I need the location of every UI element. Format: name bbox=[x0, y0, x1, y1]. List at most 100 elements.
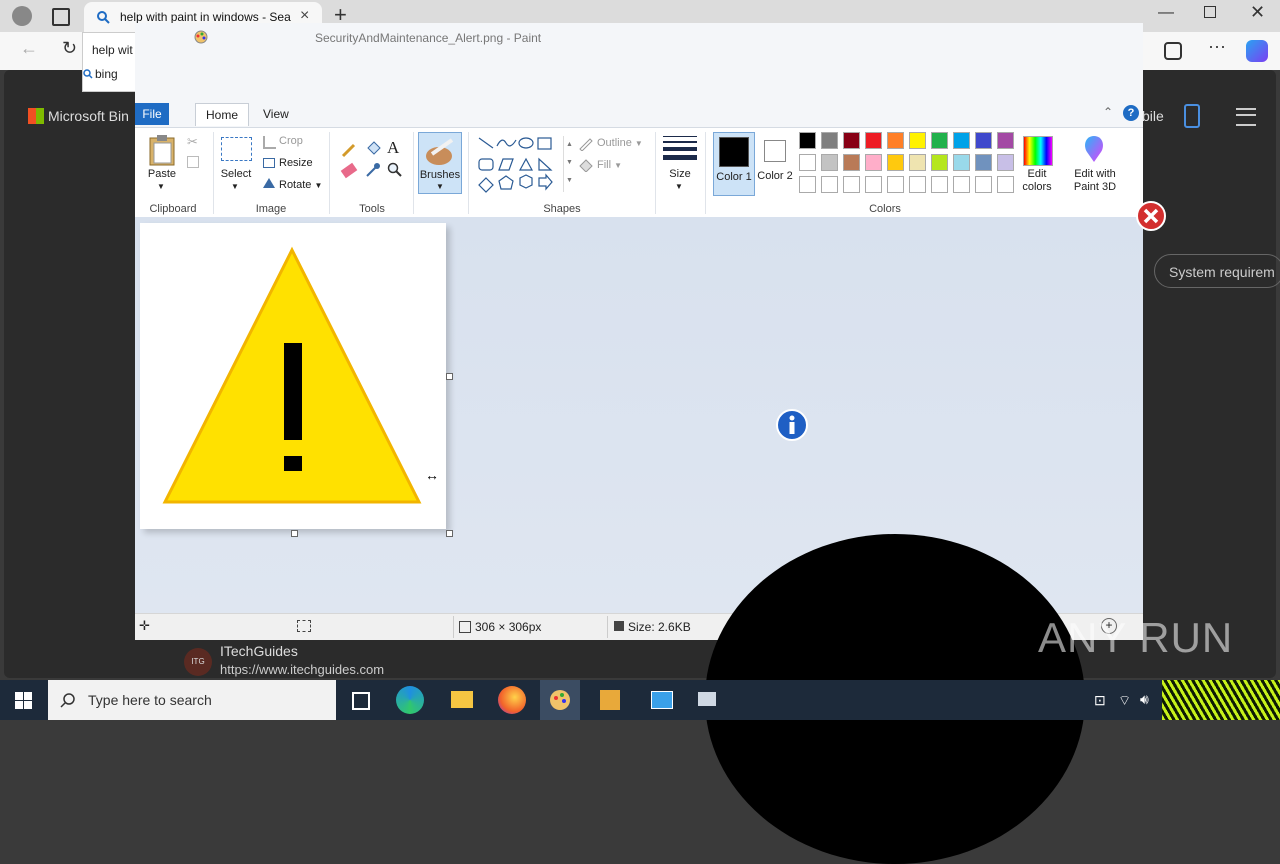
edit-paint3d-label[interactable]: Edit with Paint 3D bbox=[1065, 168, 1125, 194]
paint3d-icon[interactable] bbox=[1081, 134, 1107, 164]
palette-swatch[interactable] bbox=[821, 154, 838, 171]
fill-label[interactable]: Fill ▼ bbox=[597, 159, 622, 171]
tab-view[interactable]: View bbox=[253, 103, 299, 125]
paste-label[interactable]: Paste bbox=[145, 168, 179, 180]
palette-swatch[interactable] bbox=[887, 132, 904, 149]
color1-button[interactable]: Color 1 bbox=[713, 132, 755, 196]
magnifier-icon[interactable] bbox=[387, 162, 403, 178]
select-icon[interactable] bbox=[221, 137, 252, 161]
edit-colors-icon[interactable] bbox=[1023, 136, 1053, 166]
paste-icon[interactable] bbox=[147, 134, 177, 166]
palette-swatch[interactable] bbox=[975, 132, 992, 149]
resize-handle-bottom[interactable] bbox=[291, 530, 298, 537]
minimize-icon[interactable]: — bbox=[1158, 4, 1174, 22]
restore-icon[interactable] bbox=[1204, 6, 1216, 18]
outline-icon[interactable] bbox=[578, 137, 594, 151]
palette-swatch[interactable] bbox=[953, 176, 970, 193]
tab-file[interactable]: File bbox=[135, 103, 169, 125]
palette-swatch[interactable] bbox=[909, 176, 926, 193]
extensions-icon[interactable] bbox=[1164, 42, 1182, 60]
bing-logo[interactable]: Microsoft Bin bbox=[28, 108, 129, 124]
paint-taskbar-icon[interactable] bbox=[540, 680, 580, 720]
display-app-icon[interactable] bbox=[692, 686, 720, 714]
folder-app-icon[interactable] bbox=[596, 686, 624, 714]
resize-label[interactable]: Resize bbox=[279, 157, 313, 169]
start-button[interactable] bbox=[0, 680, 48, 720]
select-dropdown-icon[interactable]: ▼ bbox=[231, 182, 239, 191]
fill-bucket-icon[interactable] bbox=[365, 140, 381, 158]
resize-icon[interactable] bbox=[263, 158, 275, 168]
system-requirements-pill[interactable]: System requirem bbox=[1154, 254, 1280, 288]
palette-swatch[interactable] bbox=[887, 176, 904, 193]
profile-avatar-icon[interactable] bbox=[12, 6, 32, 26]
hamburger-menu-icon[interactable] bbox=[1236, 108, 1256, 126]
cut-icon[interactable]: ✂ bbox=[187, 134, 198, 150]
paste-dropdown-icon[interactable]: ▼ bbox=[157, 182, 165, 191]
network-icon[interactable]: ⊡ bbox=[1094, 692, 1106, 709]
edit-colors-label[interactable]: Edit colors bbox=[1017, 168, 1057, 194]
palette-swatch[interactable] bbox=[799, 176, 816, 193]
copilot-icon[interactable] bbox=[1246, 40, 1268, 62]
shapes-gallery[interactable] bbox=[475, 134, 565, 196]
crop-icon[interactable] bbox=[263, 136, 276, 149]
palette-swatch[interactable] bbox=[799, 132, 816, 149]
palette-swatch[interactable] bbox=[843, 176, 860, 193]
close-window-icon[interactable]: ✕ bbox=[1250, 2, 1265, 23]
select-label[interactable]: Select bbox=[217, 168, 255, 180]
wifi-icon[interactable]: ⌔ bbox=[1118, 692, 1131, 710]
rotate-label[interactable]: Rotate ▼ bbox=[279, 179, 322, 191]
palette-swatch[interactable] bbox=[931, 132, 948, 149]
palette-swatch[interactable] bbox=[821, 176, 838, 193]
more-menu-icon[interactable]: ··· bbox=[1208, 36, 1226, 57]
palette-swatch[interactable] bbox=[953, 154, 970, 171]
edge-icon[interactable] bbox=[396, 686, 424, 714]
volume-icon[interactable]: 🔊︎ bbox=[1140, 691, 1149, 708]
taskbar-search-box[interactable]: Type here to search bbox=[48, 680, 336, 720]
eraser-icon[interactable] bbox=[340, 162, 358, 179]
palette-swatch[interactable] bbox=[887, 154, 904, 171]
palette-swatch[interactable] bbox=[865, 132, 882, 149]
copy-icon[interactable] bbox=[187, 156, 199, 168]
size-label[interactable]: Size bbox=[660, 168, 700, 180]
palette-swatch[interactable] bbox=[975, 176, 992, 193]
palette-swatch[interactable] bbox=[865, 176, 882, 193]
task-view-icon[interactable] bbox=[346, 686, 374, 714]
help-icon[interactable]: ? bbox=[1123, 105, 1139, 121]
back-icon[interactable]: ← bbox=[20, 38, 38, 59]
fill-icon[interactable] bbox=[578, 158, 594, 172]
canvas-area[interactable]: ↔ bbox=[135, 217, 1143, 613]
brushes-button[interactable]: Brushes ▼ bbox=[418, 132, 462, 194]
result-site-name[interactable]: ITechGuides bbox=[220, 643, 298, 659]
omnibox-input[interactable]: help wit bbox=[92, 43, 133, 57]
text-tool-icon[interactable]: A bbox=[387, 138, 399, 158]
file-explorer-icon[interactable] bbox=[448, 686, 476, 714]
result-url[interactable]: https://www.itechguides.com bbox=[220, 662, 384, 677]
pencil-icon[interactable] bbox=[341, 142, 357, 158]
resize-handle-corner[interactable] bbox=[446, 530, 453, 537]
tab-home[interactable]: Home bbox=[195, 103, 250, 126]
color2-button[interactable]: Color 2 bbox=[757, 132, 793, 196]
omnibox-suggestion[interactable]: bing bbox=[95, 67, 118, 81]
palette-swatch[interactable] bbox=[909, 154, 926, 171]
palette-swatch[interactable] bbox=[909, 132, 926, 149]
palette-swatch[interactable] bbox=[843, 132, 860, 149]
resize-handle-right[interactable] bbox=[446, 373, 453, 380]
crop-label[interactable]: Crop bbox=[279, 135, 303, 147]
outline-label[interactable]: Outline ▼ bbox=[597, 137, 643, 149]
palette-swatch[interactable] bbox=[975, 154, 992, 171]
mobile-icon[interactable] bbox=[1184, 104, 1200, 128]
rotate-icon[interactable] bbox=[263, 178, 275, 188]
palette-swatch[interactable] bbox=[997, 176, 1014, 193]
palette-swatch[interactable] bbox=[865, 154, 882, 171]
shapes-scroll[interactable]: ▲ ▼ ▼ bbox=[563, 136, 574, 192]
palette-swatch[interactable] bbox=[799, 154, 816, 171]
palette-swatch[interactable] bbox=[843, 154, 860, 171]
palette-swatch[interactable] bbox=[997, 154, 1014, 171]
palette-swatch[interactable] bbox=[931, 154, 948, 171]
refresh-icon[interactable]: ↻ bbox=[62, 38, 77, 59]
palette-swatch[interactable] bbox=[953, 132, 970, 149]
palette-swatch[interactable] bbox=[821, 132, 838, 149]
firefox-icon[interactable] bbox=[498, 686, 526, 714]
image-canvas[interactable] bbox=[140, 223, 446, 529]
paint-app-icon[interactable] bbox=[193, 29, 209, 45]
